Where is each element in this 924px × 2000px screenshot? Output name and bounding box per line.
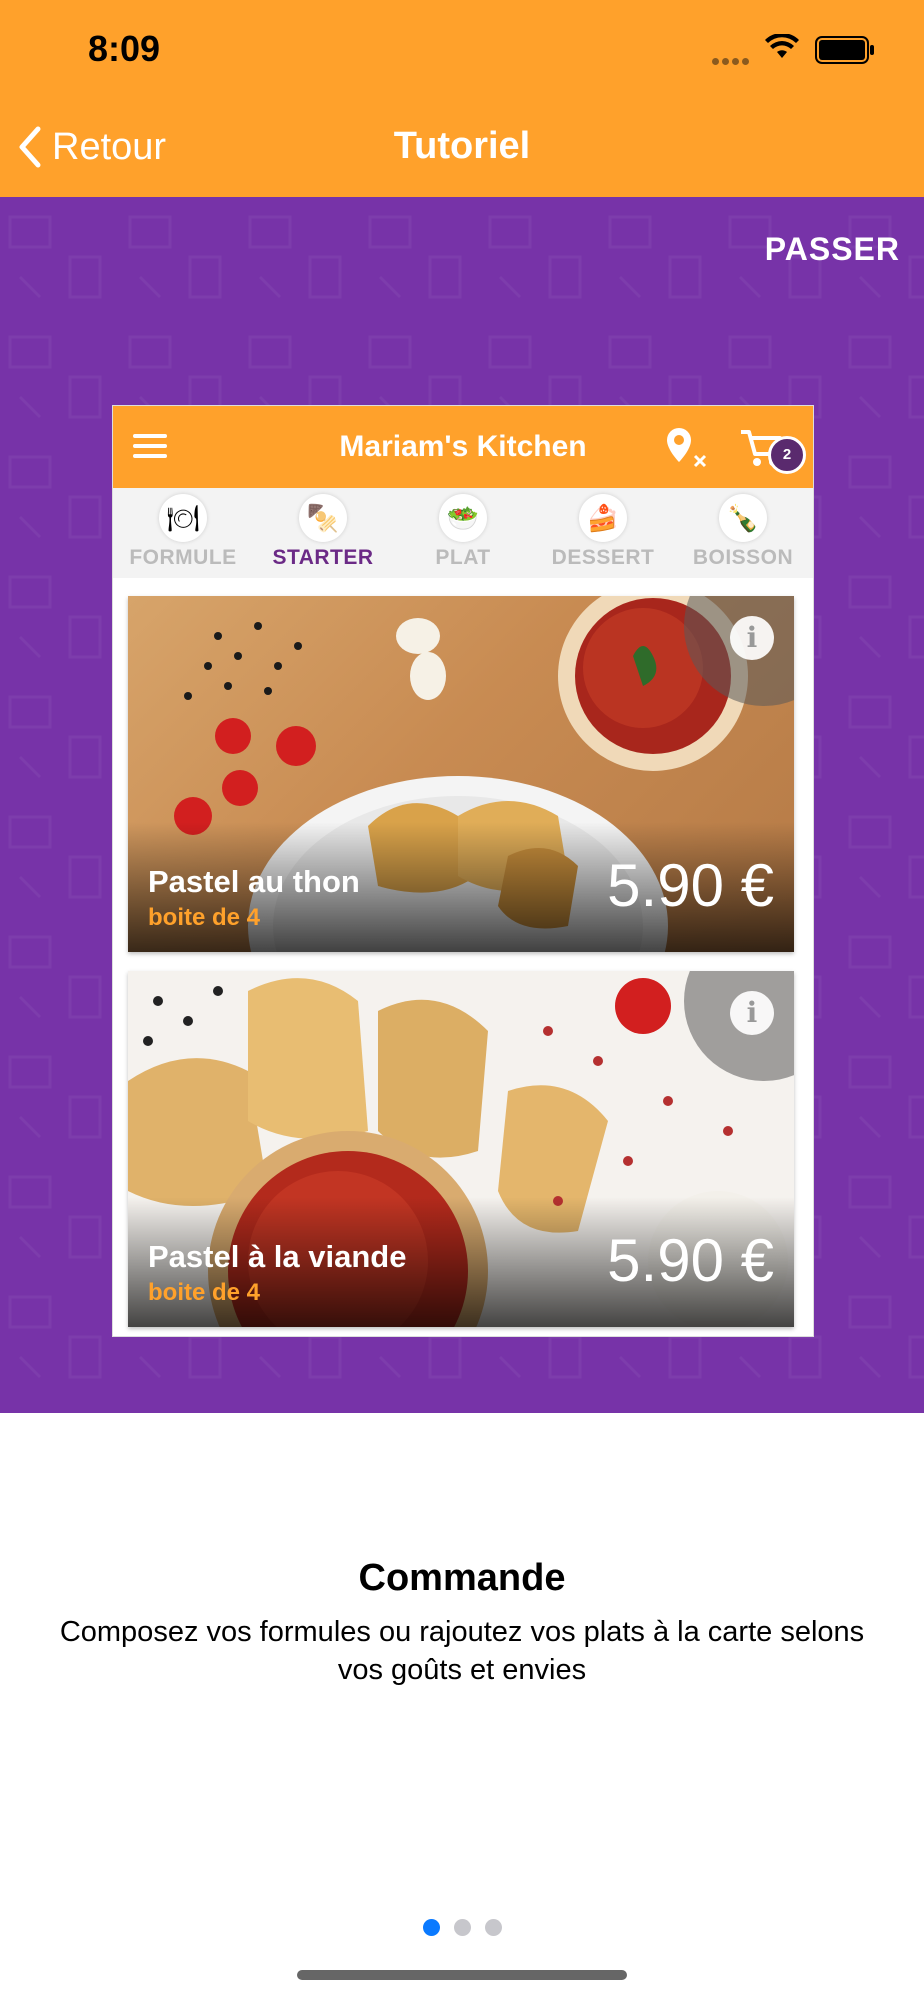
status-bar: 8:09 bbox=[0, 0, 924, 100]
preview-app-bar: Mariam's Kitchen 2 bbox=[113, 406, 813, 488]
location-pin-icon bbox=[667, 428, 707, 468]
tab-starter: 🍢 STARTER bbox=[253, 488, 393, 578]
home-indicator[interactable] bbox=[297, 1970, 627, 1980]
app-preview: Mariam's Kitchen 2 🍽 FORMULE 🍢 STARTER 🥗… bbox=[112, 405, 814, 1337]
page-dot[interactable] bbox=[453, 1919, 471, 1936]
product-card: i Pastel au thon boite de 4 5.90 € bbox=[128, 596, 794, 952]
tab-label: BOISSON bbox=[692, 546, 794, 569]
formule-icon: 🍽 bbox=[159, 494, 207, 542]
tab-label: FORMULE bbox=[129, 546, 237, 569]
status-time: 8:09 bbox=[88, 28, 161, 69]
cart-badge: 2 bbox=[768, 436, 806, 474]
page-dot[interactable] bbox=[484, 1919, 502, 1936]
dessert-icon: 🍰 bbox=[579, 494, 627, 542]
info-icon: i bbox=[730, 616, 774, 660]
product-price: 5.90 € bbox=[607, 1227, 774, 1294]
tab-plat: 🥗 PLAT bbox=[393, 488, 533, 578]
skip-button[interactable]: PASSER bbox=[765, 231, 900, 268]
category-tabs: 🍽 FORMULE 🍢 STARTER 🥗 PLAT 🍰 DESSERT 🍾 B… bbox=[113, 488, 813, 578]
tutorial-slide[interactable]: PASSER Mariam's Kitchen 2 🍽 FORMULE 🍢 ST… bbox=[0, 197, 924, 1413]
tab-label: PLAT bbox=[435, 546, 491, 569]
product-subtitle: boite de 4 bbox=[148, 904, 261, 931]
plat-icon: 🥗 bbox=[439, 494, 487, 542]
product-name: Pastel à la viande bbox=[148, 1239, 407, 1274]
product-subtitle: boite de 4 bbox=[148, 1279, 261, 1306]
page-title: Tutoriel bbox=[393, 125, 531, 167]
product-price: 5.90 € bbox=[607, 852, 774, 919]
boisson-icon: 🍾 bbox=[719, 494, 767, 542]
nav-bar: Retour Tutoriel bbox=[0, 100, 924, 197]
tutorial-description: Composez vos formules ou rajoutez vos pl… bbox=[59, 1616, 865, 1686]
tab-formule: 🍽 FORMULE bbox=[113, 488, 253, 578]
tab-dessert: 🍰 DESSERT bbox=[533, 488, 673, 578]
starter-icon: 🍢 bbox=[299, 494, 347, 542]
page-dot-active[interactable] bbox=[422, 1919, 440, 1936]
page-indicator[interactable] bbox=[0, 1919, 924, 1936]
tutorial-heading: Commande bbox=[358, 1557, 566, 1599]
tab-label: DESSERT bbox=[551, 546, 655, 569]
tab-boisson: 🍾 BOISSON bbox=[673, 488, 813, 578]
info-icon: i bbox=[730, 991, 774, 1035]
signal-icon bbox=[712, 52, 752, 70]
tutorial-caption: Commande Composez vos formules ou rajout… bbox=[0, 1413, 924, 2000]
product-name: Pastel au thon bbox=[148, 864, 360, 899]
tab-label: STARTER bbox=[272, 546, 374, 569]
battery-icon bbox=[815, 36, 874, 64]
product-card: i Pastel à la viande boite de 4 5.90 € bbox=[128, 971, 794, 1327]
wifi-icon bbox=[765, 34, 799, 58]
